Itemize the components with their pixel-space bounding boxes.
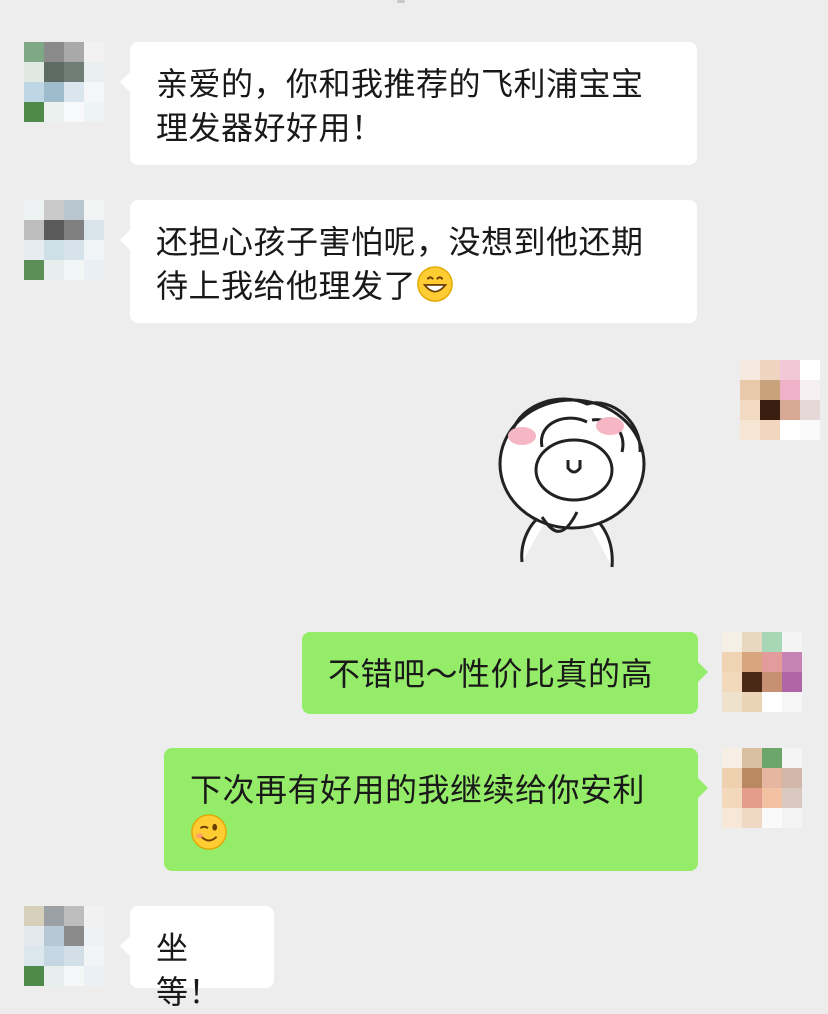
contact-avatar[interactable]	[24, 200, 104, 280]
my-avatar[interactable]	[722, 632, 802, 712]
message-text: 亲爱的，你和我推荐的飞利浦宝宝理发器好好用！	[156, 65, 644, 147]
message-text: 还担心孩子害怕呢，没想到他还期待上我给他理发了	[156, 223, 644, 305]
message-text: 坐等！	[156, 929, 222, 1011]
my-avatar[interactable]	[740, 360, 820, 440]
message-bubble[interactable]: 不错吧～性价比真的高	[302, 632, 708, 714]
my-avatar[interactable]	[722, 748, 802, 828]
message-text: 下次再有好用的我继续给你安利	[190, 771, 646, 809]
message-bubble[interactable]: 下次再有好用的我继续给你安利	[164, 748, 708, 871]
message-bubble[interactable]: 还担心孩子害怕呢，没想到他还期待上我给他理发了	[120, 200, 697, 323]
message-text: 不错吧～性价比真的高	[328, 655, 654, 693]
winking-face-emoji	[191, 814, 227, 850]
message-bubble[interactable]: 坐等！	[120, 906, 274, 1011]
contact-avatar[interactable]	[24, 906, 104, 986]
top-edge-mark	[397, 0, 405, 3]
cartoon-head-sticker[interactable]	[492, 392, 652, 572]
grinning-face-emoji	[417, 266, 453, 302]
message-bubble[interactable]: 亲爱的，你和我推荐的飞利浦宝宝理发器好好用！	[120, 42, 697, 165]
contact-avatar[interactable]	[24, 42, 104, 122]
